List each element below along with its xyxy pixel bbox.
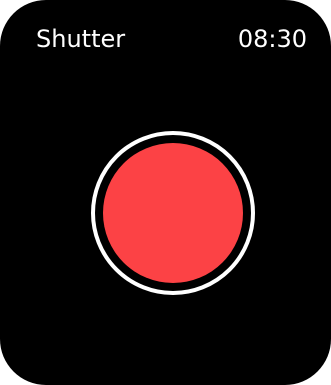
app-title: Shutter bbox=[36, 25, 126, 53]
watch-screen: Shutter 08:30 bbox=[0, 0, 331, 385]
record-circle-icon bbox=[103, 143, 243, 283]
clock-time: 08:30 bbox=[237, 25, 307, 53]
shutter-button[interactable] bbox=[91, 131, 255, 295]
